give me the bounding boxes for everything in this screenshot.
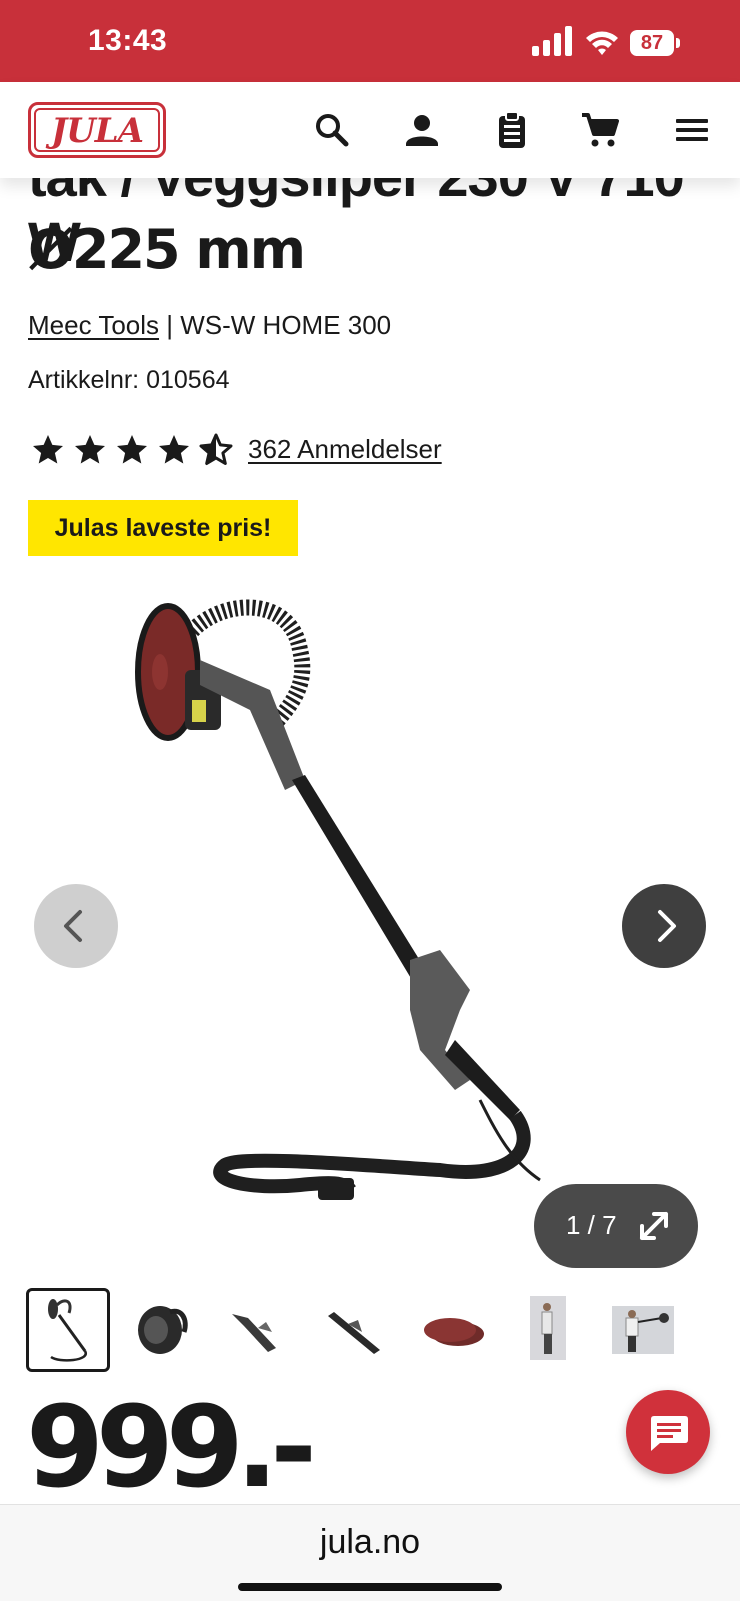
reviews-link[interactable]: 362 Anmeldelser bbox=[248, 434, 442, 465]
rating-stars[interactable] bbox=[30, 432, 234, 472]
star-full-icon bbox=[117, 435, 147, 464]
chevron-right-icon bbox=[658, 910, 676, 942]
cellular-signal-icon bbox=[532, 26, 572, 56]
product-price: 999.- bbox=[26, 1383, 317, 1513]
thumbnail-image bbox=[424, 1318, 484, 1346]
home-indicator bbox=[238, 1583, 502, 1591]
thumbnail-2[interactable] bbox=[122, 1288, 206, 1372]
thumbnail-image bbox=[138, 1306, 188, 1354]
url-text[interactable]: jula.no bbox=[0, 1523, 740, 1562]
chat-button[interactable] bbox=[626, 1390, 710, 1474]
model-name: WS-W HOME 300 bbox=[180, 310, 392, 340]
browser-address-bar[interactable]: jula.no bbox=[0, 1504, 740, 1601]
product-title-line2: Ø225 mm bbox=[28, 218, 306, 281]
thumbnail-6[interactable] bbox=[506, 1288, 590, 1372]
battery-level: 87 bbox=[630, 30, 674, 56]
thumbnail-strip bbox=[26, 1288, 726, 1374]
clipboard-icon[interactable] bbox=[492, 110, 532, 150]
brand-line: Meec Tools | WS-W HOME 300 bbox=[28, 310, 391, 341]
status-time: 13:43 bbox=[88, 24, 168, 57]
thumbnail-4[interactable] bbox=[314, 1288, 398, 1372]
product-gallery[interactable]: 1 / 7 bbox=[0, 580, 740, 1268]
expand-icon bbox=[640, 1212, 668, 1240]
gallery-next-button[interactable] bbox=[622, 884, 706, 968]
wifi-icon bbox=[586, 31, 618, 55]
status-bar: 13:43 87 bbox=[0, 0, 740, 82]
star-full-icon bbox=[75, 435, 105, 464]
thumbnail-3[interactable] bbox=[218, 1288, 302, 1372]
cart-icon[interactable] bbox=[580, 110, 620, 150]
thumbnail-image bbox=[48, 1299, 87, 1362]
brand-link[interactable]: Meec Tools bbox=[28, 310, 159, 340]
thumbnail-1[interactable] bbox=[26, 1288, 110, 1372]
gallery-prev-button[interactable] bbox=[34, 884, 118, 968]
search-icon[interactable] bbox=[312, 110, 352, 150]
promo-badge: Julas laveste pris! bbox=[28, 500, 298, 556]
thumbnail-5[interactable] bbox=[410, 1288, 494, 1372]
logo-text: JULA bbox=[34, 108, 160, 152]
thumbnail-7[interactable] bbox=[602, 1288, 686, 1372]
thumbnail-image bbox=[232, 1314, 276, 1352]
thumbnail-image bbox=[530, 1296, 566, 1360]
thumbnail-image bbox=[612, 1306, 674, 1354]
gallery-counter: 1 / 7 bbox=[566, 1210, 617, 1240]
battery-icon: 87 bbox=[630, 30, 680, 56]
account-icon[interactable] bbox=[402, 110, 442, 150]
article-number: Artikkelnr: 010564 bbox=[28, 366, 230, 394]
jula-logo[interactable]: JULA bbox=[28, 102, 166, 158]
gallery-counter-button[interactable]: 1 / 7 bbox=[534, 1184, 698, 1268]
star-half-icon bbox=[199, 433, 233, 465]
thumbnail-image bbox=[328, 1312, 380, 1354]
chevron-left-icon bbox=[64, 910, 82, 942]
menu-icon[interactable] bbox=[672, 110, 712, 150]
star-full-icon bbox=[33, 435, 63, 464]
site-header: JULA bbox=[0, 82, 740, 178]
star-full-icon bbox=[159, 435, 189, 464]
brand-separator: | bbox=[159, 310, 181, 340]
chat-icon bbox=[651, 1416, 688, 1451]
